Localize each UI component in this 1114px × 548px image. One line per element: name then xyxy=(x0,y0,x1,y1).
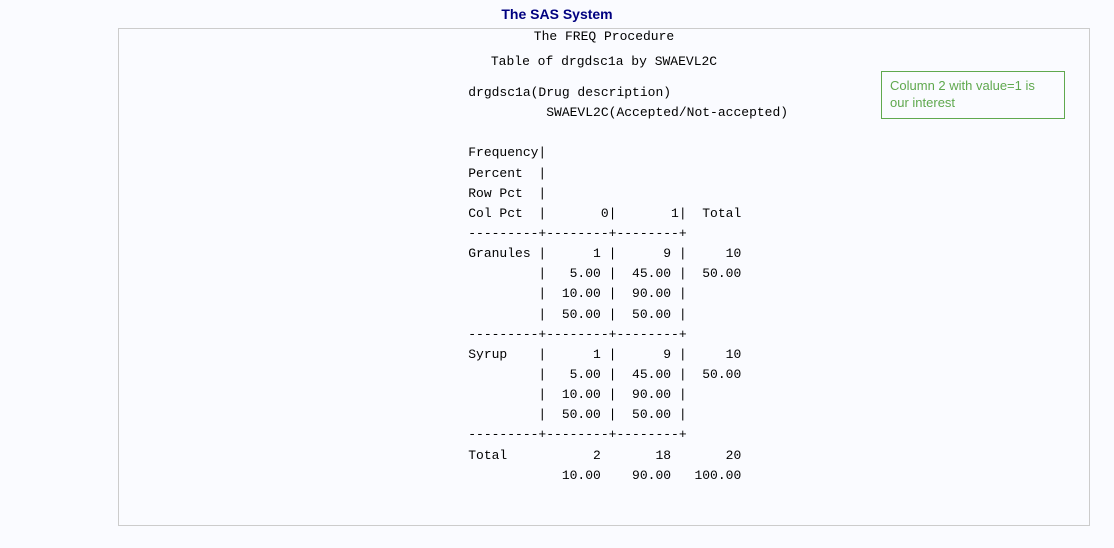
table-title: Table of drgdsc1a by SWAEVL2C xyxy=(119,48,1089,73)
output-box: The FREQ Procedure Table of drgdsc1a by … xyxy=(118,28,1090,526)
page-title: The SAS System xyxy=(0,0,1114,26)
freq-table-body: drgdsc1a(Drug description) SWAEVL2C(Acce… xyxy=(119,73,1089,486)
proc-title: The FREQ Procedure xyxy=(119,29,1089,48)
annotation-callout: Column 2 with value=1 is our interest xyxy=(881,71,1065,119)
